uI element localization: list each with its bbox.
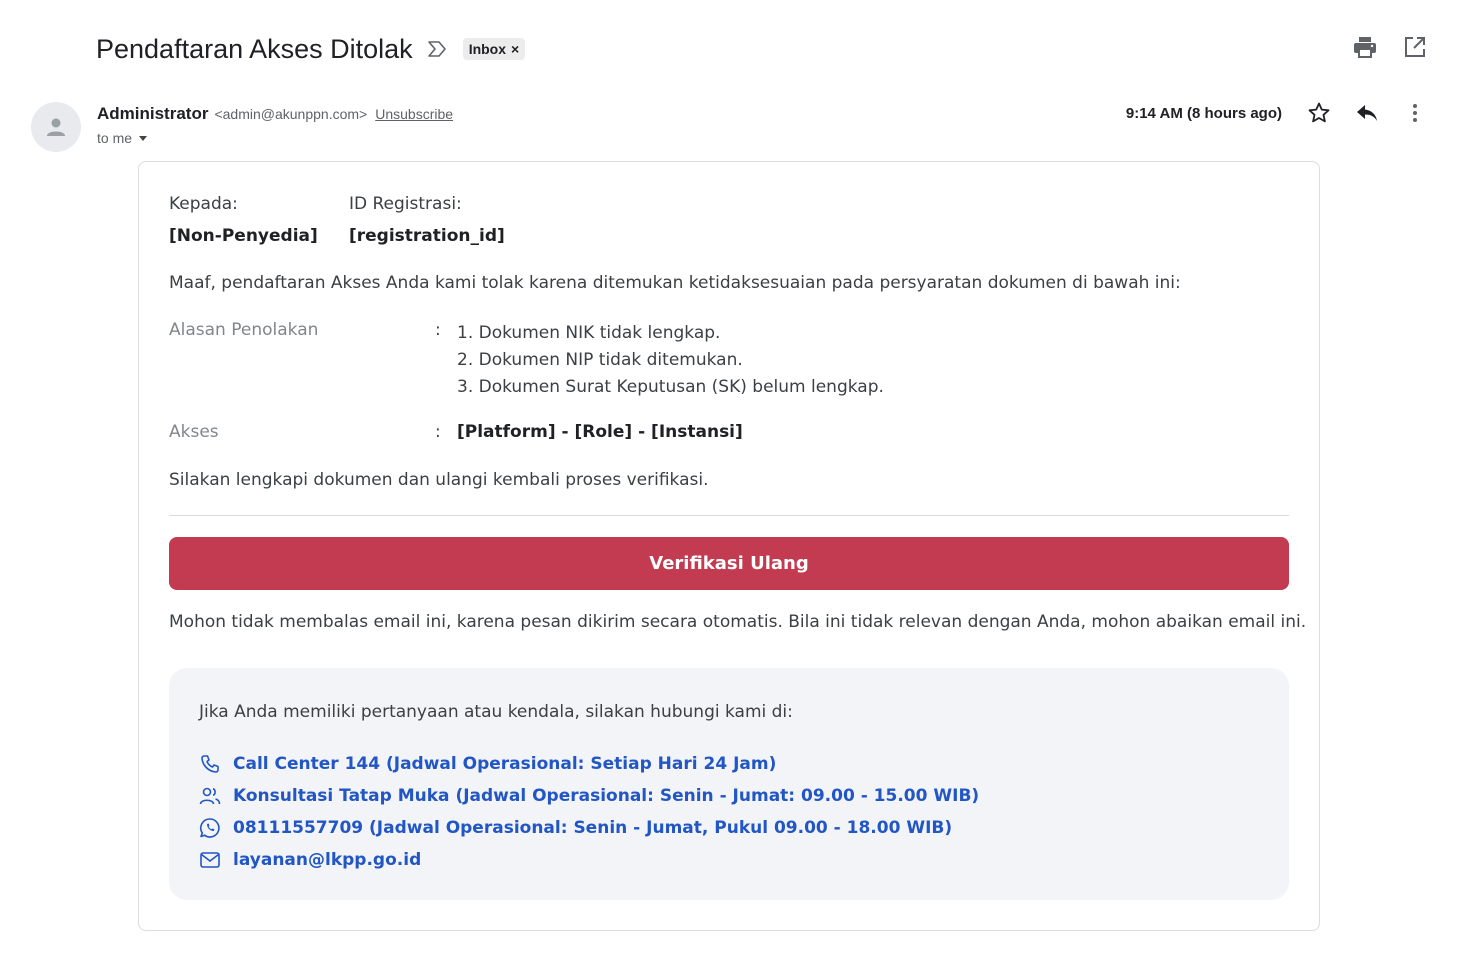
subject-row: Pendaftaran Akses Ditolak Inbox ×: [96, 30, 526, 68]
contact-item-email[interactable]: layanan@lkpp.go.id: [199, 844, 979, 876]
kepada-value: [Non-Penyedia]: [169, 226, 318, 246]
recipient-details-toggle[interactable]: to me: [97, 130, 453, 146]
reason-item: 3. Dokumen Surat Keputusan (SK) belum le…: [457, 377, 884, 397]
sender-email: <admin@akunppn.com>: [214, 106, 368, 122]
contact-text: layanan@lkpp.go.id: [233, 850, 422, 870]
contact-box: Jika Anda memiliki pertanyaan atau kenda…: [169, 668, 1289, 900]
verify-again-button[interactable]: Verifikasi Ulang: [169, 537, 1289, 590]
access-value: [Platform] - [Role] - [Instansi]: [457, 422, 743, 442]
phone-icon: [199, 753, 221, 775]
reply-icon[interactable]: [1354, 100, 1380, 126]
sender-name: Administrator: [97, 104, 209, 123]
divider: [169, 515, 1289, 516]
importance-marker-icon[interactable]: [427, 39, 449, 59]
registration-id-label: ID Registrasi:: [349, 194, 462, 214]
auto-message-notice: Mohon tidak membalas email ini, karena p…: [169, 612, 1307, 632]
contact-item-consultation[interactable]: Konsultasi Tatap Muka (Jadwal Operasiona…: [199, 780, 979, 812]
reason-colon: :: [435, 320, 441, 340]
contact-text: 08111557709 (Jadwal Operasional: Senin -…: [233, 818, 953, 838]
reason-list: 1. Dokumen NIK tidak lengkap. 2. Dokumen…: [457, 320, 884, 401]
recipient-label: to me: [97, 130, 133, 146]
contact-text: Konsultasi Tatap Muka (Jadwal Operasiona…: [233, 786, 980, 806]
rejection-reason-row: Alasan Penolakan : 1. Dokumen NIK tidak …: [169, 320, 884, 401]
access-colon: :: [435, 422, 441, 442]
contact-intro: Jika Anda memiliki pertanyaan atau kenda…: [199, 702, 793, 722]
email-body-card: Kepada: [Non-Penyedia] ID Registrasi: [r…: [138, 161, 1320, 931]
avatar: [31, 102, 81, 152]
chevron-down-icon: [139, 135, 148, 141]
rejection-intro: Maaf, pendaftaran Akses Anda kami tolak …: [169, 273, 1181, 293]
access-label: Akses: [169, 422, 219, 442]
contact-item-whatsapp[interactable]: 08111557709 (Jadwal Operasional: Senin -…: [199, 812, 979, 844]
reason-item: 2. Dokumen NIP tidak ditemukan.: [457, 350, 743, 370]
message-actions: 9:14 AM (8 hours ago): [1126, 100, 1428, 126]
unsubscribe-link[interactable]: Unsubscribe: [375, 106, 453, 122]
kepada-column: Kepada: [Non-Penyedia]: [169, 194, 349, 246]
registration-id-value: [registration_id]: [349, 226, 505, 246]
inbox-label-text: Inbox: [468, 41, 507, 57]
recipient-info: Kepada: [Non-Penyedia] ID Registrasi: [r…: [169, 194, 505, 246]
contact-list: Call Center 144 (Jadwal Operasional: Set…: [199, 748, 979, 876]
inbox-label-chip: Inbox ×: [462, 38, 526, 60]
reason-label: Alasan Penolakan: [169, 320, 319, 340]
mail-icon: [199, 849, 221, 871]
star-icon[interactable]: [1306, 100, 1332, 126]
registration-id-column: ID Registrasi: [registration_id]: [349, 194, 505, 246]
kepada-label: Kepada:: [169, 194, 238, 214]
remove-label-button[interactable]: ×: [511, 41, 519, 57]
open-new-window-icon[interactable]: [1402, 34, 1428, 60]
access-row: Akses : [Platform] - [Role] - [Instansi]: [169, 422, 743, 442]
sender-block: Administrator <admin@akunppn.com> Unsubs…: [97, 104, 453, 146]
contact-item-call-center[interactable]: Call Center 144 (Jadwal Operasional: Set…: [199, 748, 979, 780]
email-subject: Pendaftaran Akses Ditolak: [96, 33, 413, 64]
whatsapp-icon: [199, 817, 221, 839]
reason-item: 1. Dokumen NIK tidak lengkap.: [457, 323, 721, 343]
timestamp: 9:14 AM (8 hours ago): [1125, 104, 1282, 122]
print-icon[interactable]: [1352, 34, 1378, 60]
closing-text: Silakan lengkapi dokumen dan ulangi kemb…: [169, 470, 709, 490]
people-icon: [199, 785, 221, 807]
top-actions: [1352, 34, 1428, 60]
more-options-icon[interactable]: [1402, 100, 1428, 126]
contact-text: Call Center 144 (Jadwal Operasional: Set…: [233, 754, 777, 774]
